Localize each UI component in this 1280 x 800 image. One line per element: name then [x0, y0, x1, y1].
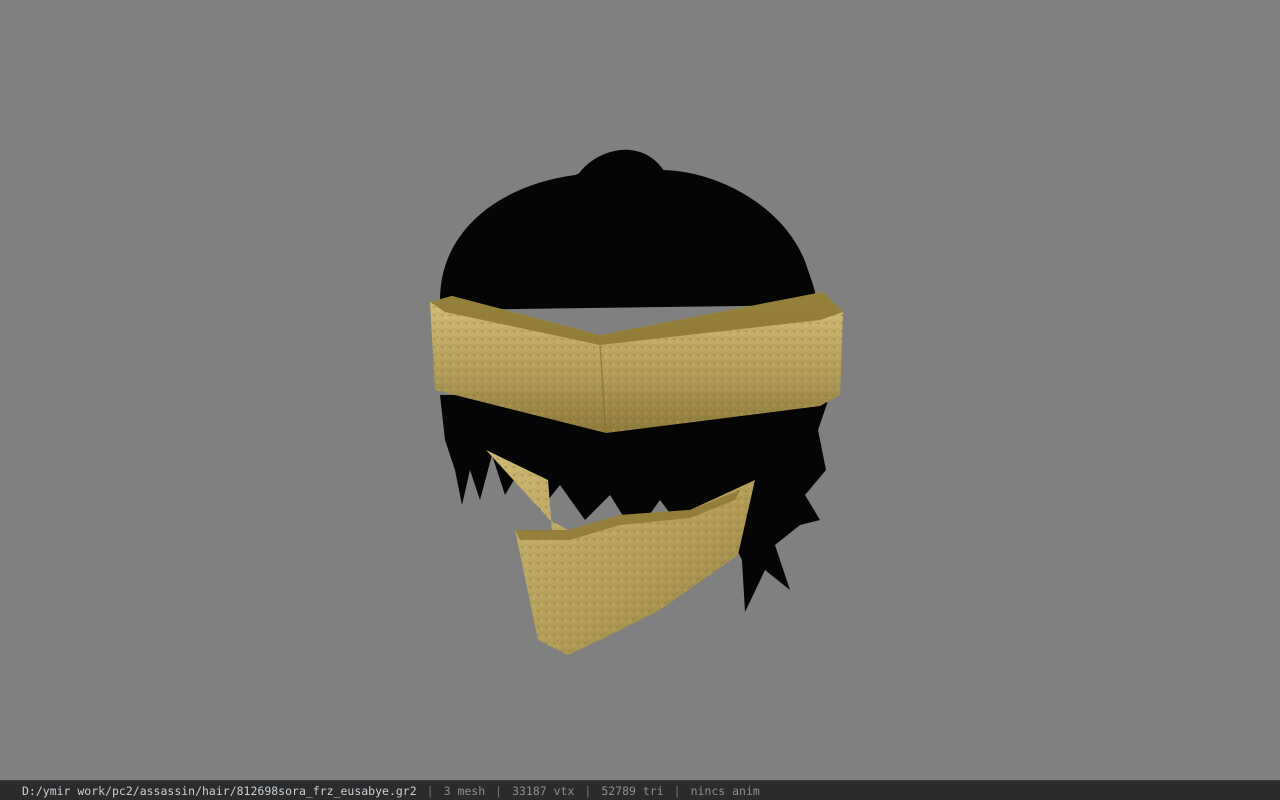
separator: |	[584, 783, 592, 798]
triangle-count: 52789 tri	[601, 783, 664, 798]
vertex-count: 33187 vtx	[512, 783, 575, 798]
anim-status: nincs anim	[690, 783, 760, 798]
separator: |	[426, 783, 434, 798]
hair-top	[440, 149, 817, 310]
3d-viewport[interactable]	[0, 0, 1280, 780]
separator: |	[673, 783, 681, 798]
status-bar: D:/ymir work/pc2/assassin/hair/812698sor…	[0, 780, 1280, 800]
mesh-count: 3 mesh	[443, 783, 486, 798]
file-path: D:/ymir work/pc2/assassin/hair/812698sor…	[22, 783, 417, 798]
separator: |	[495, 783, 503, 798]
model-render	[430, 149, 843, 655]
